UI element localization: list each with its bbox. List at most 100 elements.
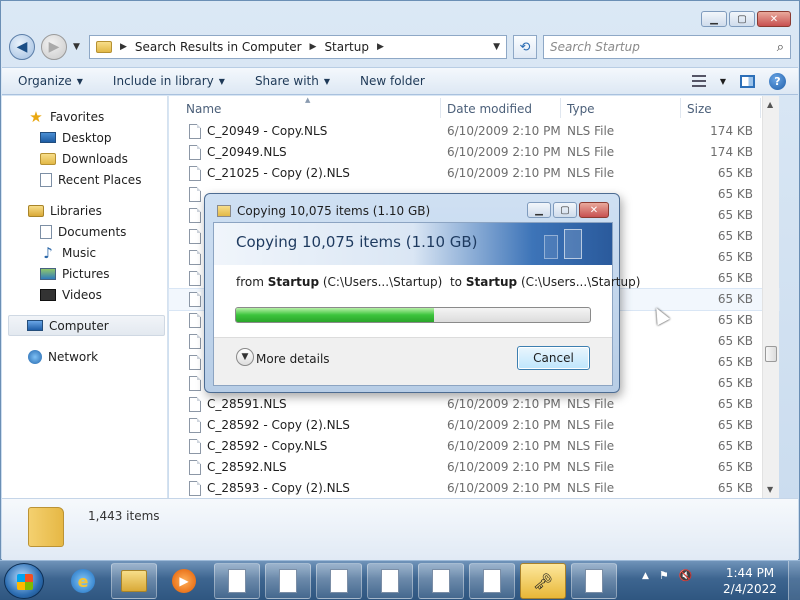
window-caption-buttons: ▁ ▢ ✕ [701,11,791,27]
column-header-type[interactable]: Type [567,102,595,116]
table-row[interactable]: C_28591.NLS 6/10/2009 2:10 PM NLS File 65 K… [169,394,779,415]
scroll-up-icon[interactable]: ▲ [767,100,773,109]
taskbar-document-5[interactable] [418,563,464,599]
file-icon [189,418,201,433]
action-center-icon[interactable]: ⚑ [659,569,669,582]
nav-pictures[interactable]: Pictures [2,263,167,284]
vertical-scrollbar[interactable]: ▲ ▼ [762,96,779,498]
breadcrumb-search-results[interactable]: Search Results in Computer [135,40,302,54]
preview-pane-icon[interactable] [740,74,755,88]
file-icon [189,208,201,223]
organize-menu[interactable]: Organize ▼ [18,74,83,88]
show-hidden-icons-icon[interactable]: ▲ [642,571,649,581]
taskbar-document-7[interactable] [571,563,617,599]
start-button[interactable] [4,563,44,599]
file-name: C_28593 - Copy (2).NLS [207,481,350,495]
nav-libraries[interactable]: Libraries [2,200,167,221]
document-icon [279,569,297,593]
file-type: NLS File [567,397,615,411]
taskbar-document-3[interactable] [316,563,362,599]
nav-libraries-label: Libraries [50,203,102,218]
nav-pictures-label: Pictures [62,266,110,281]
file-icon [189,292,201,307]
nav-videos[interactable]: Videos [2,284,167,305]
dropdown-arrow-icon: ▼ [76,76,83,86]
refresh-button[interactable]: ⟲ [513,35,537,59]
system-tray: ▲ ⚑ 🔇 [642,569,693,582]
system-clock[interactable]: 1:44 PM 2/4/2022 [722,565,778,597]
back-button[interactable]: ◀ [9,34,35,60]
column-divider[interactable] [680,98,681,118]
search-placeholder: Search Startup [550,40,640,54]
nav-favorites[interactable]: ★ Favorites [2,106,167,127]
table-row[interactable]: C_28592 - Copy.NLS 6/10/2009 2:10 PM NLS F… [169,436,779,457]
minimize-button[interactable]: ▁ [701,11,727,27]
chevron-right-icon[interactable]: ▶ [377,42,384,52]
column-header-size[interactable]: Size [687,102,712,116]
search-input[interactable]: Search Startup ⌕ [543,35,791,59]
maximize-button[interactable]: ▢ [729,11,755,27]
chevron-right-icon[interactable]: ▶ [120,42,127,52]
help-icon[interactable]: ? [769,72,786,90]
close-button[interactable]: ✕ [757,11,791,27]
nav-music[interactable]: ♪ Music [2,242,167,263]
dialog-minimize-button[interactable]: ▁ [527,202,551,218]
destination-link[interactable]: Startup [466,275,517,289]
taskbar-document-1[interactable] [214,563,260,599]
show-desktop-button[interactable] [788,561,800,600]
search-icon[interactable]: ⌕ [777,40,784,55]
volume-muted-icon[interactable]: 🔇 [679,569,693,582]
share-with-menu[interactable]: Share with ▼ [255,74,330,88]
taskbar-internet-explorer[interactable]: e [60,563,106,599]
more-details-toggle[interactable]: More details [256,352,330,366]
column-divider[interactable] [440,98,441,118]
scroll-down-icon[interactable]: ▼ [767,485,773,494]
taskbar-windows-explorer[interactable] [111,563,157,599]
table-row[interactable]: C_28593 - Copy (2).NLS 6/10/2009 2:10 PM N… [169,478,779,499]
taskbar-document-6[interactable] [469,563,515,599]
scrollbar-thumb[interactable] [765,346,777,362]
column-divider[interactable] [560,98,561,118]
cancel-button[interactable]: Cancel [517,346,590,370]
chevron-right-icon[interactable]: ▶ [310,42,317,52]
dialog-title: Copying 10,075 items (1.10 GB) [237,204,431,218]
table-row[interactable]: C_20949.NLS 6/10/2009 2:10 PM NLS File 174 … [169,142,779,163]
document-icon [432,569,450,593]
recent-pages-dropdown[interactable]: ▼ [73,42,83,52]
source-link[interactable]: Startup [268,275,319,289]
taskbar-document-4[interactable] [367,563,413,599]
file-date: 6/10/2009 2:10 PM [447,145,561,159]
table-row[interactable]: C_28592.NLS 6/10/2009 2:10 PM NLS File 65 K… [169,457,779,478]
breadcrumb-startup[interactable]: Startup [324,40,369,54]
dialog-maximize-button[interactable]: ▢ [553,202,577,218]
taskbar-key-utility[interactable]: 🗝 [520,563,566,599]
taskbar-media-player[interactable]: ▶ [161,563,207,599]
dialog-close-button[interactable]: ✕ [579,202,609,218]
column-header-name[interactable]: Name [186,102,221,116]
table-row[interactable]: C_28592 - Copy (2).NLS 6/10/2009 2:10 PM N… [169,415,779,436]
nav-computer[interactable]: Computer [8,315,165,336]
taskbar-document-2[interactable] [265,563,311,599]
address-bar[interactable]: ▶ Search Results in Computer ▶ Startup ▶… [89,35,507,59]
file-icon [189,355,201,370]
nav-documents-label: Documents [58,224,127,239]
table-row[interactable]: C_21025 - Copy (2).NLS 6/10/2009 2:10 PM N… [169,163,779,184]
file-name: C_28592.NLS [207,460,287,474]
nav-downloads[interactable]: Downloads [2,148,167,169]
column-header-date-modified[interactable]: Date modified [447,102,532,116]
views-dropdown-icon[interactable]: ▼ [720,77,726,86]
file-size: 65 KB [717,166,753,180]
address-dropdown-icon[interactable]: ▼ [493,42,500,52]
nav-network[interactable]: Network [2,346,167,367]
nav-desktop[interactable]: Desktop [2,127,167,148]
nav-documents[interactable]: Documents [2,221,167,242]
column-divider[interactable] [760,98,761,118]
copy-source-destination: from Startup (C:\Users...\Startup) to St… [236,275,640,289]
new-folder-button[interactable]: New folder [360,74,425,88]
table-row[interactable]: C_20949 - Copy.NLS 6/10/2009 2:10 PM NLS F… [169,121,779,142]
include-in-library-menu[interactable]: Include in library ▼ [113,74,225,88]
change-view-icon[interactable] [691,75,706,87]
nav-recent-places[interactable]: Recent Places [2,169,167,190]
forward-button[interactable]: ▶ [41,34,67,60]
expand-chevron-icon[interactable]: ▼ [236,348,254,366]
